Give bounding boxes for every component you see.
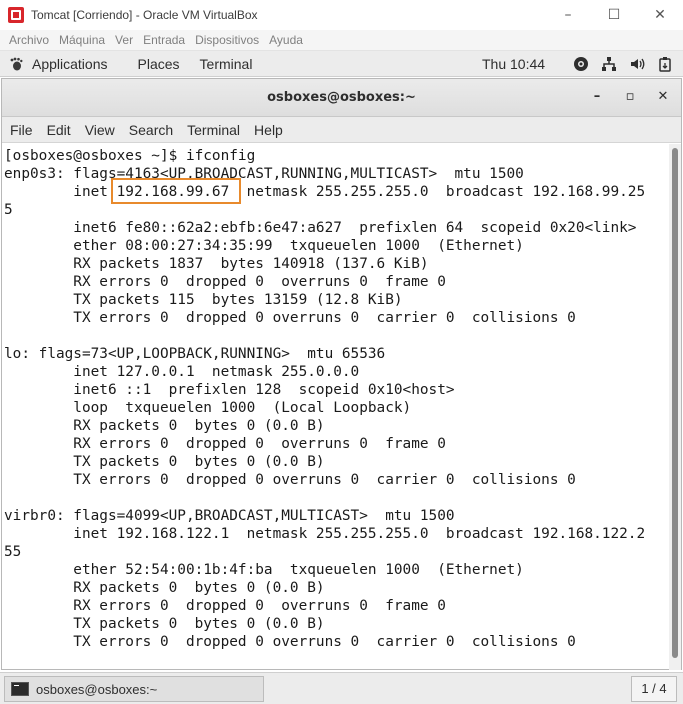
terminal-line: 5 bbox=[4, 202, 13, 218]
clipboard-icon[interactable] bbox=[657, 56, 673, 72]
terminal-minimize-button[interactable]: – bbox=[588, 89, 606, 104]
virtualbox-app-icon bbox=[8, 7, 24, 23]
terminal-scroll-thumb[interactable] bbox=[672, 148, 678, 658]
terminal-window: osboxes@osboxes:~ – ▫ ✕ File Edit View S… bbox=[1, 78, 682, 670]
terminal-menu[interactable]: Terminal bbox=[200, 56, 265, 72]
taskbar-terminal-label: osboxes@osboxes:~ bbox=[36, 681, 158, 697]
terminal-line: RX packets 1837 bytes 140918 (137.6 KiB) bbox=[4, 256, 429, 272]
terminal-line: loop txqueuelen 1000 (Local Loopback) bbox=[4, 400, 412, 416]
accessibility-icon[interactable] bbox=[573, 56, 589, 72]
host-maximize-button[interactable]: ☐ bbox=[591, 0, 637, 30]
vbox-menu-dispositivos[interactable]: Dispositivos bbox=[190, 33, 264, 47]
places-menu[interactable]: Places bbox=[138, 56, 192, 72]
ip-address-highlight bbox=[111, 178, 241, 204]
applications-menu[interactable]: Applications bbox=[9, 56, 120, 72]
vbox-menu-entrada[interactable]: Entrada bbox=[138, 33, 190, 47]
terminal-line: RX errors 0 dropped 0 overruns 0 frame 0 bbox=[4, 274, 446, 290]
network-icon[interactable] bbox=[601, 56, 617, 72]
gnome-top-panel: Applications Places Terminal Thu 10:44 bbox=[0, 51, 683, 77]
terminal-line: inet 192.168.122.1 netmask 255.255.255.0… bbox=[4, 526, 646, 542]
terminal-menubar: File Edit View Search Terminal Help bbox=[2, 117, 681, 143]
volume-icon[interactable] bbox=[629, 56, 645, 72]
terminal-line: inet 192.168.99.67 netmask 255.255.255.0… bbox=[4, 184, 646, 200]
menu-terminal[interactable]: Terminal bbox=[185, 122, 247, 138]
workspace-switcher[interactable]: 1 / 4 bbox=[631, 676, 677, 702]
applications-label: Applications bbox=[32, 55, 108, 72]
menu-help[interactable]: Help bbox=[252, 122, 290, 138]
terminal-line: inet6 ::1 prefixlen 128 scopeid 0x10<hos… bbox=[4, 382, 455, 398]
vbox-menu-ver[interactable]: Ver bbox=[110, 33, 138, 47]
terminal-line: TX packets 115 bytes 13159 (12.8 KiB) bbox=[4, 292, 403, 308]
terminal-line: [osboxes@osboxes ~]$ ifconfig bbox=[4, 148, 256, 164]
taskbar-terminal-item[interactable]: osboxes@osboxes:~ bbox=[4, 676, 264, 702]
terminal-maximize-button[interactable]: ▫ bbox=[621, 89, 639, 104]
vbox-menubar: Archivo Máquina Ver Entrada Dispositivos… bbox=[0, 30, 683, 51]
vbox-menu-archivo[interactable]: Archivo bbox=[4, 33, 54, 47]
terminal-scrollbar[interactable] bbox=[669, 144, 681, 670]
terminal-icon bbox=[11, 682, 29, 696]
terminal-line: enp0s3: flags=4163<UP,BROADCAST,RUNNING,… bbox=[4, 166, 524, 182]
vbox-menu-maquina[interactable]: Máquina bbox=[54, 33, 110, 47]
terminal-line: TX errors 0 dropped 0 overruns 0 carrier… bbox=[4, 472, 576, 488]
host-window-title: Tomcat [Corriendo] - Oracle VM VirtualBo… bbox=[31, 8, 258, 22]
terminal-line: TX packets 0 bytes 0 (0.0 B) bbox=[4, 454, 325, 470]
host-close-button[interactable]: ✕ bbox=[637, 0, 683, 30]
terminal-line: ether 52:54:00:1b:4f:ba txqueuelen 1000 … bbox=[4, 562, 524, 578]
terminal-line: virbr0: flags=4099<UP,BROADCAST,MULTICAS… bbox=[4, 508, 455, 524]
terminal-line: TX errors 0 dropped 0 overruns 0 carrier… bbox=[4, 634, 576, 650]
terminal-line: 55 bbox=[4, 544, 22, 560]
terminal-line: inet 127.0.0.1 netmask 255.0.0.0 bbox=[4, 364, 360, 380]
terminal-window-title: osboxes@osboxes:~ bbox=[267, 90, 416, 105]
terminal-line: RX packets 0 bytes 0 (0.0 B) bbox=[4, 580, 325, 596]
terminal-line: ether 08:00:27:34:35:99 txqueuelen 1000 … bbox=[4, 238, 524, 254]
terminal-line: lo: flags=73<UP,LOOPBACK,RUNNING> mtu 65… bbox=[4, 346, 386, 362]
terminal-line: RX errors 0 dropped 0 overruns 0 frame 0 bbox=[4, 436, 446, 452]
panel-clock[interactable]: Thu 10:44 bbox=[482, 56, 545, 72]
menu-edit[interactable]: Edit bbox=[45, 122, 78, 138]
terminal-headerbar[interactable]: osboxes@osboxes:~ – ▫ ✕ bbox=[2, 79, 681, 117]
host-minimize-button[interactable]: – bbox=[545, 0, 591, 30]
vbox-menu-ayuda[interactable]: Ayuda bbox=[264, 33, 308, 47]
terminal-line: inet6 fe80::62a2:ebfb:6e47:a627 prefixle… bbox=[4, 220, 637, 236]
menu-view[interactable]: View bbox=[83, 122, 122, 138]
terminal-line: RX errors 0 dropped 0 overruns 0 frame 0 bbox=[4, 598, 446, 614]
terminal-line: TX errors 0 dropped 0 overruns 0 carrier… bbox=[4, 310, 576, 326]
gnome-foot-icon bbox=[9, 57, 23, 71]
menu-file[interactable]: File bbox=[8, 122, 40, 138]
terminal-line: TX packets 0 bytes 0 (0.0 B) bbox=[4, 616, 325, 632]
terminal-close-button[interactable]: ✕ bbox=[654, 89, 672, 104]
bottom-taskbar: osboxes@osboxes:~ 1 / 4 bbox=[0, 672, 683, 704]
host-titlebar: Tomcat [Corriendo] - Oracle VM VirtualBo… bbox=[0, 0, 683, 30]
menu-search[interactable]: Search bbox=[127, 122, 180, 138]
terminal-line: RX packets 0 bytes 0 (0.0 B) bbox=[4, 418, 325, 434]
terminal-output[interactable]: [osboxes@osboxes ~]$ ifconfig enp0s3: fla… bbox=[2, 144, 670, 670]
